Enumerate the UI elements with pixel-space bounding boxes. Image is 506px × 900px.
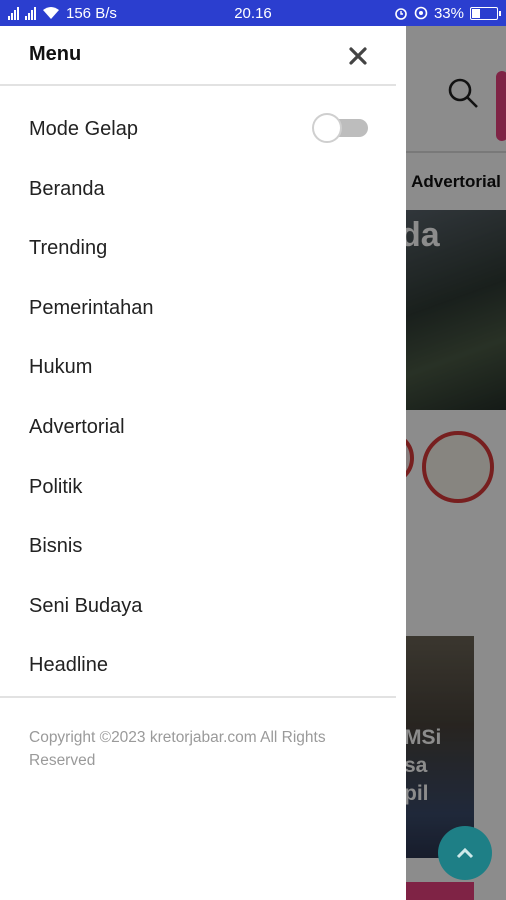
- menu-item-bisnis[interactable]: Bisnis: [29, 526, 82, 566]
- menu-item-pemerintahan[interactable]: Pemerintahan: [29, 288, 154, 328]
- menu-item-trending[interactable]: Trending: [29, 228, 107, 268]
- data-saver-icon: [414, 6, 428, 20]
- wifi-icon: [43, 7, 59, 19]
- menu-item-headline[interactable]: Headline: [29, 645, 108, 685]
- battery-percent: 33%: [433, 4, 464, 22]
- drawer-header: Menu: [0, 26, 396, 86]
- signal-icon: [25, 6, 36, 20]
- dark-mode-toggle[interactable]: [312, 111, 368, 143]
- menu-item-hukum[interactable]: Hukum: [29, 347, 92, 387]
- close-button[interactable]: [345, 43, 371, 69]
- battery-icon: [470, 6, 501, 20]
- menu-item-advertorial[interactable]: Advertorial: [29, 407, 125, 447]
- alarm-icon: [395, 8, 407, 20]
- dark-mode-label: Mode Gelap: [29, 118, 138, 140]
- footer-divider: [0, 696, 396, 698]
- scroll-top-button[interactable]: [438, 826, 492, 880]
- toggle-thumb: [312, 113, 342, 143]
- chevron-up-icon: [456, 847, 474, 859]
- menu-item-seni-budaya[interactable]: Seni Budaya: [29, 586, 142, 626]
- network-speed: 156 B/s: [66, 4, 117, 22]
- status-bar: 156 B/s 20.16 33%: [0, 0, 506, 26]
- close-icon: [349, 47, 367, 65]
- status-time: 20.16: [234, 4, 272, 22]
- copyright-text: Copyright ©2023 kretorjabar.com All Righ…: [29, 729, 326, 769]
- drawer-title: Menu: [29, 43, 82, 65]
- navigation-drawer: Menu Mode Gelap Beranda Trending Pemerin…: [0, 26, 406, 900]
- menu-item-beranda[interactable]: Beranda: [29, 169, 105, 209]
- menu-item-politik[interactable]: Politik: [29, 467, 82, 507]
- signal-icon: [8, 6, 19, 20]
